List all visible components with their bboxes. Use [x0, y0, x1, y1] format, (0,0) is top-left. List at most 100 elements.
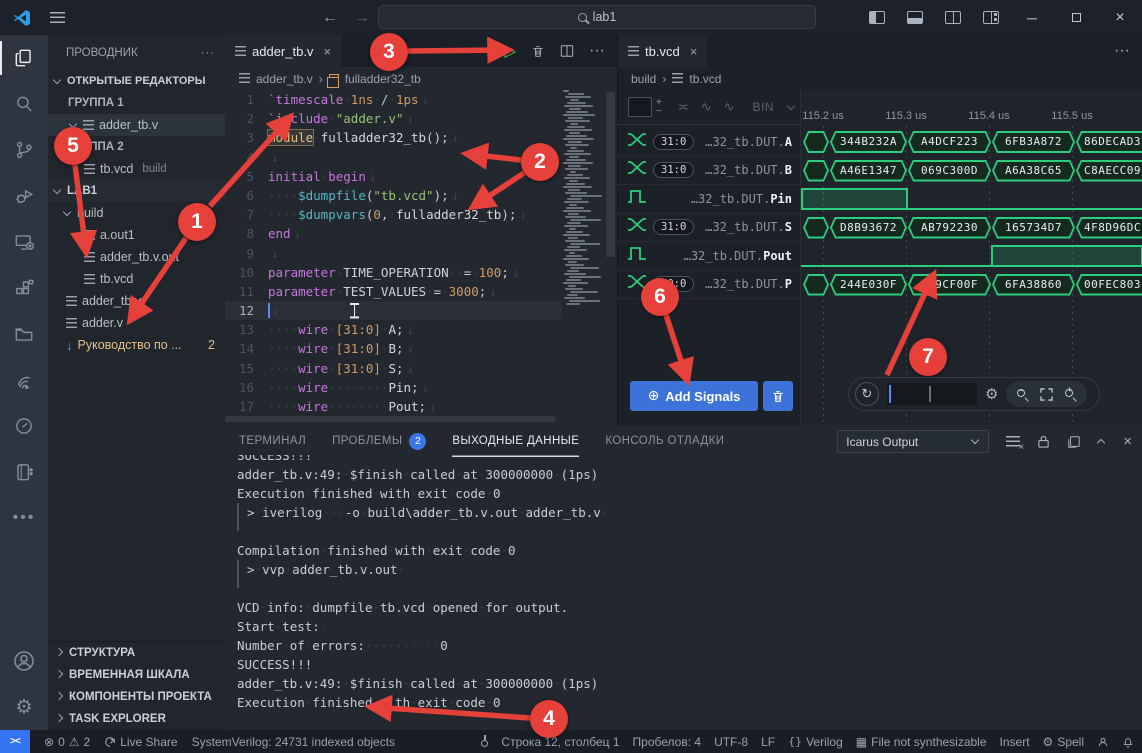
activity-notebook-extension-icon[interactable] — [0, 449, 48, 495]
toggle-panel-icon[interactable] — [907, 11, 923, 24]
signal-row-S[interactable]: 31:0…32_tb.DUT.S — [617, 214, 800, 243]
toggle-sidebar-icon[interactable] — [869, 11, 885, 24]
close-panel-icon[interactable]: × — [1123, 433, 1132, 450]
wave-canvas[interactable]: 115.2 us115.3 us115.4 us115.5 us344B232A… — [800, 90, 1142, 425]
code-line[interactable]: 10parameter·TIME_OPERATION··=·100;↓ — [225, 263, 562, 282]
time-input[interactable] — [887, 383, 977, 405]
split-editor-icon[interactable] — [560, 44, 574, 58]
zoom-out-icon[interactable]: − — [1017, 389, 1028, 400]
signal-row-A[interactable]: 31:0…32_tb.DUT.A — [617, 128, 800, 157]
wave-settings-gear-icon[interactable]: ⚙ — [985, 385, 998, 403]
code-line[interactable]: 11parameter·TEST_VALUES·=·3000;↓ — [225, 282, 562, 301]
workspace-root-lab1[interactable]: LAB1 — [48, 180, 225, 202]
code-line[interactable]: 6····$dumpfile("tb.vcd");↓ — [225, 186, 562, 205]
toggle-secondary-sidebar-icon[interactable] — [945, 11, 961, 24]
activity-folder-extension-icon[interactable] — [0, 311, 48, 357]
wave-row-S[interactable]: D8B93672AB792230165734D74F8D96DC — [801, 214, 1142, 243]
code-line[interactable]: 8end↓ — [225, 224, 562, 243]
radix-dropdown[interactable]: BIN — [753, 100, 797, 114]
insert-mode-status[interactable]: Insert — [1000, 735, 1030, 749]
section-timeline[interactable]: ВРЕМЕННАЯ ШКАЛА — [48, 664, 225, 686]
analog-mode-icon[interactable]: ∿ — [701, 100, 712, 115]
signal-row-B[interactable]: 31:0…32_tb.DUT.B — [617, 157, 800, 186]
cursor-position-status[interactable]: Строка 12, столбец 1 — [501, 735, 619, 749]
output-channel-select[interactable]: Icarus Output — [837, 430, 989, 453]
nav-forward-icon[interactable]: → — [354, 9, 370, 27]
section-project-components[interactable]: КОМПОНЕНТЫ ПРОЕКТА — [48, 686, 225, 708]
code-lines[interactable]: 1`timescale·1ns·/·1ps↓2`include·"adder.v… — [225, 90, 562, 416]
zoom-fit-icon[interactable] — [1040, 388, 1053, 401]
color-swatch[interactable] — [628, 97, 652, 117]
bus-mode-icon[interactable]: ≍ — [678, 100, 689, 115]
synthesis-status[interactable]: ▦ File not synthesizable — [856, 735, 987, 749]
panel-tab-output[interactable]: ВЫХОДНЫЕ ДАННЫЕ — [452, 425, 579, 457]
remove-signals-button[interactable] — [763, 381, 793, 411]
code-line[interactable]: 5initial·begin↓ — [225, 167, 562, 186]
output-log[interactable]: SUCCESS!!!adder_tb.v:49:·$finish·called·… — [237, 455, 1127, 727]
breadcrumb[interactable]: adder_tb.v › fulladder32_tb — [225, 67, 617, 90]
minimize-button[interactable]: ─ — [1010, 0, 1054, 35]
nav-back-icon[interactable]: ← — [322, 9, 338, 27]
maximize-panel-icon[interactable] — [1097, 439, 1105, 447]
section-outline[interactable]: СТРУКТУРА — [48, 642, 225, 664]
lock-icon[interactable] — [1037, 434, 1050, 449]
activity-search-icon[interactable] — [0, 81, 48, 127]
code-line[interactable]: 15····wire·[31:0]·S;↓ — [225, 359, 562, 378]
wave-row-A[interactable]: 344B232AA4DCF2236FB3A87286DECAD3 — [801, 128, 1142, 157]
minimap[interactable] — [563, 90, 604, 415]
indentation-status[interactable]: Пробелов: 4 — [633, 735, 702, 749]
tab-tb-vcd[interactable]: tb.vcd × — [618, 35, 707, 67]
close-window-button[interactable]: × — [1098, 0, 1142, 35]
activity-timer-extension-icon[interactable] — [0, 403, 48, 449]
spell-status[interactable]: ⚙ Spell — [1043, 735, 1084, 749]
settings-gear-icon[interactable]: ⚙ — [0, 684, 48, 730]
command-center-search[interactable]: lab1 — [378, 5, 816, 29]
activity-run-debug-icon[interactable] — [0, 173, 48, 219]
code-line[interactable]: 7····$dumpvars(0,·fulladder32_tb);↓ — [225, 205, 562, 224]
signal-row-Pin[interactable]: …32_tb.DUT.Pin — [617, 185, 800, 214]
file-adder-tb-v[interactable]: adder_tb.v — [48, 290, 225, 312]
code-line[interactable]: 9↓ — [225, 244, 562, 263]
encoding-status[interactable]: UTF-8 — [714, 735, 748, 749]
file-tb-vcd[interactable]: tb.vcd — [48, 268, 225, 290]
code-line[interactable]: 1`timescale·1ns·/·1ps↓ — [225, 90, 562, 109]
activity-explorer-icon[interactable] — [0, 35, 48, 81]
wave-row-P[interactable]: 244E030F049CF00F6FA3886000FEC803 — [801, 271, 1142, 300]
indexer-status[interactable]: SystemVerilog: 24731 indexed objects — [192, 735, 395, 749]
more-actions-icon[interactable]: ··· — [1114, 42, 1130, 60]
activity-remote-explorer-icon[interactable] — [0, 219, 48, 265]
activity-more-icon[interactable]: ••• — [0, 495, 48, 541]
open-editors-section[interactable]: ОТКРЫТЫЕ РЕДАКТОРЫ — [48, 70, 225, 92]
tab-adder-tb-v[interactable]: adder_tb.v × — [225, 35, 341, 67]
customize-layout-icon[interactable] — [983, 11, 999, 24]
editor-scrollbar[interactable] — [604, 90, 617, 425]
live-share-status[interactable]: Live Share — [104, 735, 177, 749]
wave-row-B[interactable]: A46E1347069C300DA6A38C65C8AECC09 — [801, 157, 1142, 186]
eol-status[interactable]: LF — [761, 735, 775, 749]
file-adder-tb-out[interactable]: adder_tb.v.out — [48, 246, 225, 268]
code-line[interactable]: 12↓ — [225, 301, 562, 320]
add-signals-button[interactable]: ⊕ Add Signals — [630, 381, 758, 411]
code-line[interactable]: 14····wire·[31:0]·B;↓ — [225, 339, 562, 358]
activity-source-control-icon[interactable] — [0, 127, 48, 173]
code-line[interactable]: 2`include·"adder.v"↓ — [225, 109, 562, 128]
file-guide[interactable]: ↓ Руководство по ... 2 — [48, 334, 225, 356]
wave-row-Pin[interactable] — [801, 185, 1142, 214]
open-output-editor-icon[interactable] — [1067, 435, 1081, 449]
clear-output-icon[interactable] — [1006, 436, 1020, 447]
code-line[interactable]: 13····wire·[31:0]·A;↓ — [225, 320, 562, 339]
panel-tab-terminal[interactable]: ТЕРМИНАЛ — [239, 425, 306, 457]
close-tab-icon[interactable]: × — [323, 44, 331, 59]
port-status[interactable] — [481, 736, 488, 747]
code-line[interactable]: 16····wire········Pin;↓ — [225, 378, 562, 397]
close-tab-icon[interactable]: × — [690, 44, 698, 59]
notifications-bell[interactable] — [1122, 735, 1134, 748]
panel-tab-debug-console[interactable]: КОНСОЛЬ ОТЛАДКИ — [605, 425, 724, 457]
wave-row-Pout[interactable] — [801, 242, 1142, 271]
signal-row-Pout[interactable]: …32_tb.DUT.Pout — [617, 242, 800, 271]
problems-status[interactable]: ⊗ 0 ⚠ 2 — [44, 735, 90, 749]
wave-breadcrumb[interactable]: build › tb.vcd — [617, 67, 1142, 90]
account-icon[interactable] — [0, 638, 48, 684]
language-status[interactable]: {} Verilog — [788, 735, 843, 749]
trash-icon[interactable] — [531, 44, 545, 59]
